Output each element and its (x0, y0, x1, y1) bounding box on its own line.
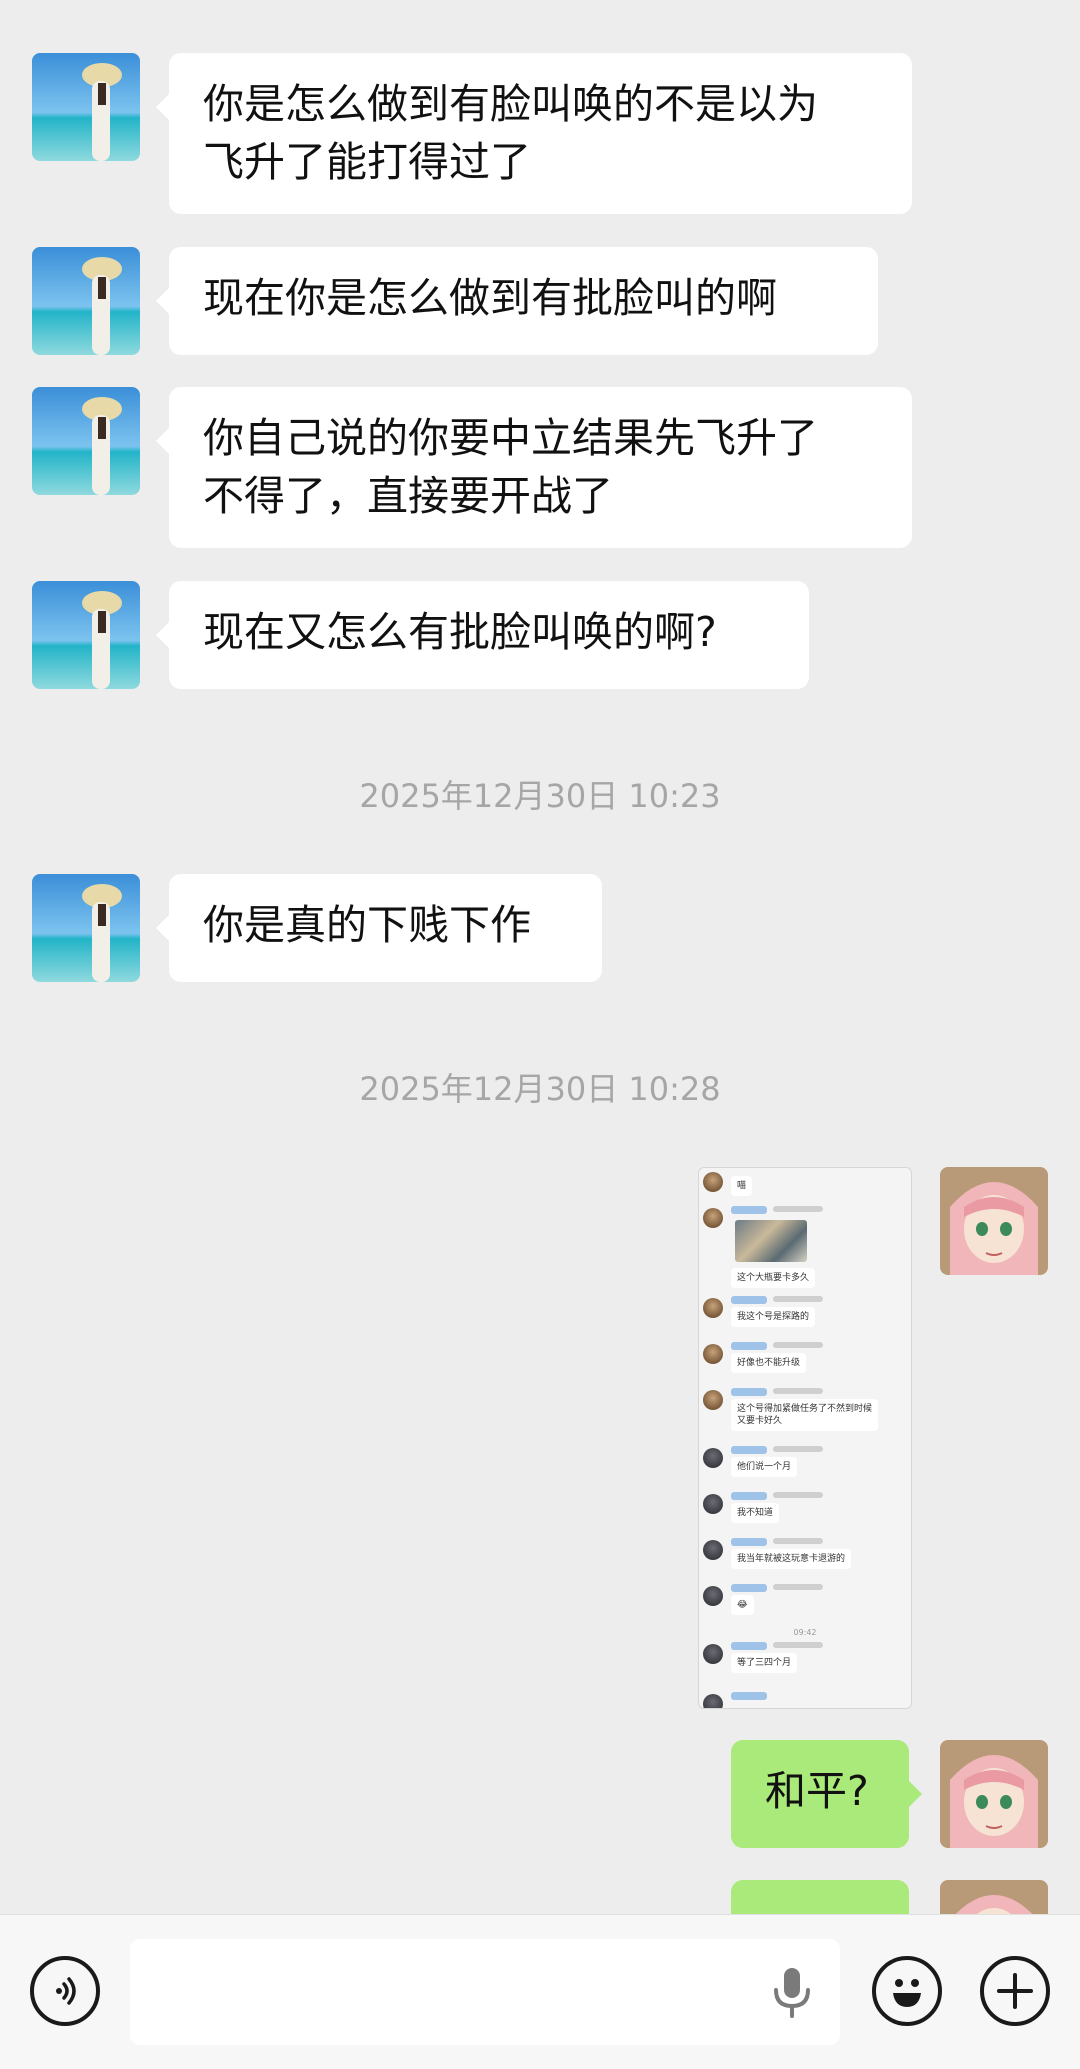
mini-chat-row: 这个大瓶要卡多久 (703, 1206, 903, 1288)
beach-avatar-image (32, 581, 140, 689)
more-button[interactable] (980, 1956, 1050, 2026)
plus-icon (997, 1973, 1033, 2009)
mini-chat-row: 他们说一个月 (703, 1446, 903, 1486)
message-timestamp: 2025年12月30日 10:28 (359, 1070, 721, 1108)
mini-chat-text: 我当年就被这玩意卡退游的 (731, 1549, 852, 1569)
mini-photo (735, 1220, 807, 1262)
mini-chat-row: 我当年就被这玩意卡退游的 (703, 1538, 903, 1578)
incoming-message[interactable]: 现在你是怎么做到有批脸叫的啊 (156, 247, 878, 355)
emoji-icon (893, 1979, 921, 2007)
incoming-message[interactable]: 你是真的下贱下作 (156, 874, 602, 982)
anime-avatar-image (940, 1167, 1048, 1275)
mini-chat-row: 我这个号是探路的 (703, 1296, 903, 1336)
mini-chat-time: 09:42 (793, 1628, 817, 1637)
mini-chat-row: 这个号得加紧做任务了不然到时候 又要卡好久 (703, 1388, 903, 1438)
incoming-message[interactable]: 你是怎么做到有脸叫唤的不是以为 飞升了能打得过了 (156, 53, 912, 214)
input-bar (0, 1914, 1080, 2069)
self-avatar[interactable] (940, 1167, 1048, 1275)
mini-chat-text: 😂 (731, 1595, 754, 1615)
anime-avatar-image (940, 1740, 1048, 1848)
mini-chat-text: 这个大瓶要卡多久 (731, 1268, 816, 1288)
mini-chat-text: 我这个号是探路的 (731, 1307, 816, 1327)
contact-avatar[interactable] (32, 247, 140, 355)
contact-avatar[interactable] (32, 581, 140, 689)
mini-chat-text: 这个号得加紧做任务了不然到时候 又要卡好久 (731, 1399, 879, 1431)
mini-chat-row (703, 1692, 903, 1708)
anime-avatar-image (940, 1880, 1048, 1914)
image-message-screenshot[interactable]: 喵 这个大瓶要卡多久 我这个号是探路的 好像也不能升级 这个号得加紧做任务了不然… (698, 1167, 912, 1709)
mini-chat-text: 喵 (731, 1176, 753, 1196)
mini-chat-row: 好像也不能升级 (703, 1342, 903, 1382)
mini-chat-text: 他们说一个月 (731, 1457, 798, 1477)
incoming-message[interactable]: 你自己说的你要中立结果先飞升了 不得了，直接要开战了 (156, 387, 912, 548)
outgoing-message-partial[interactable] (731, 1880, 909, 1914)
contact-avatar[interactable] (32, 874, 140, 982)
beach-avatar-image (32, 53, 140, 161)
mini-chat-text: 好像也不能升级 (731, 1353, 807, 1373)
contact-avatar[interactable] (32, 387, 140, 495)
message-timestamp: 2025年12月30日 10:23 (359, 777, 721, 815)
mini-chat-row: 等了三四个月 (703, 1642, 903, 1682)
mini-chat-text: 我不知道 (731, 1503, 780, 1523)
self-avatar[interactable] (940, 1740, 1048, 1848)
mini-chat-text: 等了三四个月 (731, 1653, 798, 1673)
mic-icon[interactable] (770, 1966, 814, 2018)
beach-avatar-image (32, 874, 140, 982)
contact-avatar[interactable] (32, 53, 140, 161)
self-avatar[interactable] (940, 1880, 1048, 1914)
emoji-button[interactable] (872, 1956, 942, 2026)
chat-area[interactable]: 你是怎么做到有脸叫唤的不是以为 飞升了能打得过了 现在你是怎么做到有批脸叫的啊 … (0, 0, 1080, 1914)
voice-icon (56, 1977, 76, 2005)
mini-chat-row: 😂 (703, 1584, 903, 1624)
voice-toggle-button[interactable] (30, 1956, 100, 2026)
mini-chat-row: 喵 (703, 1170, 903, 1210)
mini-chat-row: 我不知道 (703, 1492, 903, 1532)
incoming-message[interactable]: 现在又怎么有批脸叫唤的啊? (156, 581, 809, 689)
beach-avatar-image (32, 247, 140, 355)
outgoing-message[interactable]: 和平? (731, 1740, 922, 1848)
beach-avatar-image (32, 387, 140, 495)
message-input[interactable] (130, 1939, 840, 2045)
